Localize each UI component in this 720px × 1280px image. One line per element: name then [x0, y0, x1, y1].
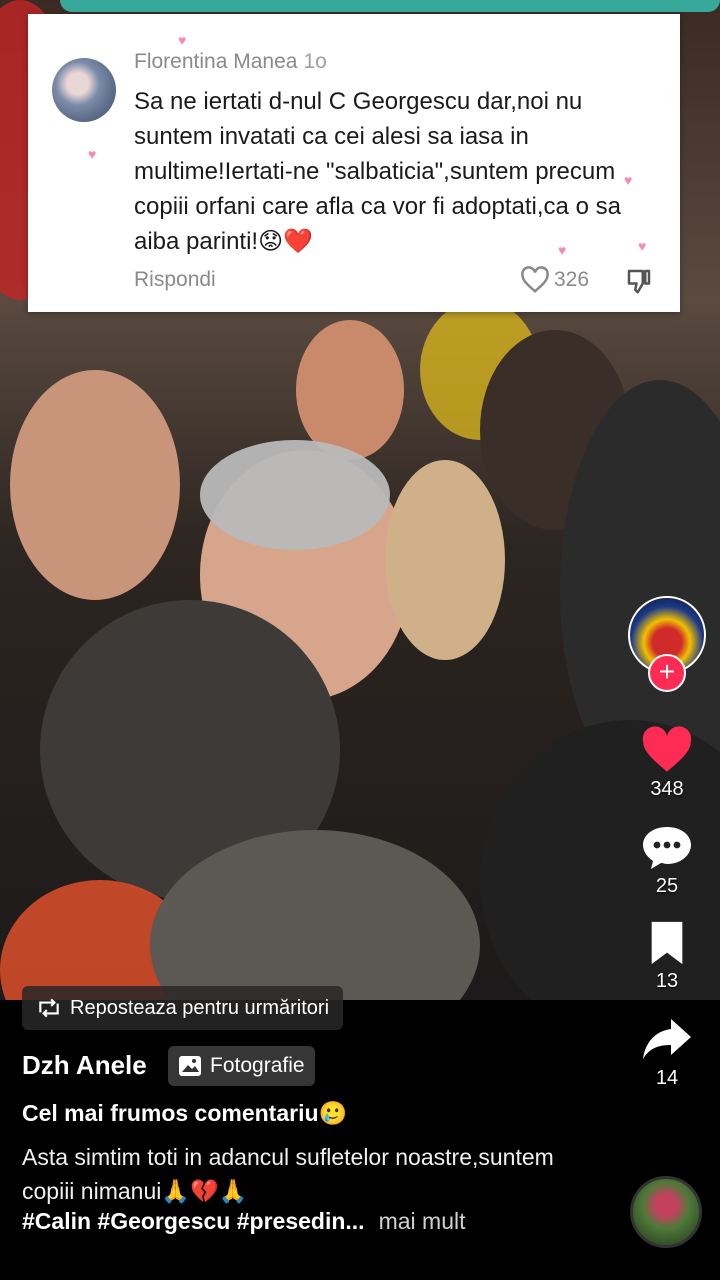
comment-like-button[interactable]: 326: [520, 266, 589, 294]
action-rail: + 348 25 13 14: [620, 596, 714, 1090]
person-hair: [385, 460, 505, 660]
bookmark-icon: [651, 921, 683, 965]
comment-top-bar: [60, 0, 720, 12]
post-hashtags[interactable]: #Calin #Georgescu #presedin... mai mult: [22, 1208, 465, 1235]
photo-tag[interactable]: Fotografie: [168, 1046, 315, 1086]
comment-time: 1o: [303, 50, 327, 73]
comment-icon: [643, 827, 691, 869]
post-title: Cel mai frumos comentariu🥲: [22, 1100, 348, 1126]
person-face: [296, 320, 404, 460]
comment-card[interactable]: Florentina Manea 1o Sa ne iertati d-nul C…: [28, 14, 680, 312]
heart-decoration: ♥: [178, 32, 187, 48]
more-link[interactable]: mai mult: [379, 1208, 466, 1234]
repost-label: Reposteaza pentru urmăritori: [70, 996, 330, 1019]
heart-icon: [642, 726, 692, 772]
like-button[interactable]: 348: [641, 726, 693, 801]
share-count: 14: [655, 1067, 679, 1089]
reply-button[interactable]: Rispondi: [134, 268, 216, 292]
heart-outline-icon: [521, 266, 549, 293]
photo-icon: [179, 1056, 201, 1076]
save-count: 13: [655, 970, 679, 992]
comment-text: Sa ne iertati d-nul C Georgescu dar,noi …: [134, 88, 621, 255]
heart-decoration: ♥: [88, 146, 97, 162]
commenter-avatar[interactable]: [52, 58, 116, 122]
post-author[interactable]: Dzh Anele: [22, 1050, 147, 1081]
save-button[interactable]: 13: [647, 920, 687, 993]
comment-count: 25: [655, 875, 679, 897]
heart-decoration: ♥: [624, 172, 633, 188]
repost-button[interactable]: Reposteaza pentru urmăritori: [22, 986, 344, 1030]
hashtag-text[interactable]: #Calin #Georgescu #presedin...: [22, 1208, 365, 1234]
comment-like-count: 326: [554, 268, 590, 291]
heart-decoration: ♥: [638, 238, 647, 254]
heart-decoration: ♥: [558, 242, 567, 258]
commenter-name-text: Florentina Manea: [134, 50, 298, 73]
photo-tag-label: Fotografie: [210, 1054, 305, 1077]
repost-icon: [39, 998, 59, 1018]
dislike-icon[interactable]: [624, 266, 654, 301]
music-disc[interactable]: [630, 1176, 702, 1248]
share-button[interactable]: 14: [641, 1015, 693, 1090]
like-count: 348: [650, 778, 684, 800]
creator-profile[interactable]: +: [628, 596, 706, 692]
plus-icon[interactable]: +: [648, 654, 686, 692]
post-description: Asta simtim toti in adancul sufletelor n…: [22, 1144, 554, 1204]
comment-button[interactable]: 25: [641, 823, 693, 898]
person-face: [10, 370, 180, 600]
commenter-name[interactable]: Florentina Manea 1o: [134, 50, 327, 74]
person-hair: [200, 440, 390, 550]
share-icon: [643, 1019, 691, 1059]
